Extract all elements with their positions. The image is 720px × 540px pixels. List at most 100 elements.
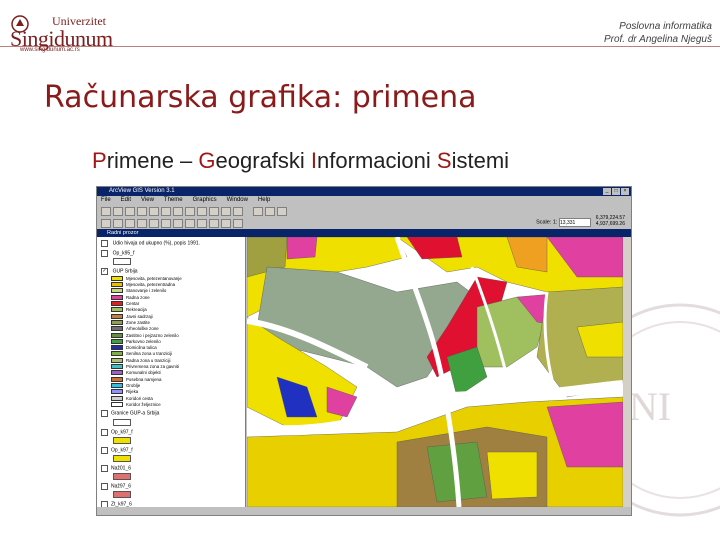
theme-checkbox[interactable] <box>101 250 108 258</box>
text-icon[interactable] <box>221 218 231 228</box>
legend-swatch <box>111 364 123 370</box>
menu-file[interactable]: File <box>101 196 111 205</box>
theme-swatch <box>113 454 131 462</box>
menu-view[interactable]: View <box>141 196 154 205</box>
pointer-icon[interactable] <box>113 218 123 228</box>
arcview-window: ArcView GIS Version 3.1 _ □ × File Edit … <box>96 186 632 516</box>
zoom-full-icon[interactable] <box>185 206 195 216</box>
save-icon[interactable] <box>101 206 111 216</box>
label-icon[interactable] <box>209 218 219 228</box>
legend-label: Senilna zona u tranziciji <box>126 351 173 357</box>
legend-label: Radna zona u tranziciji <box>126 357 171 363</box>
maximize-icon[interactable]: □ <box>612 188 620 195</box>
theme-checkbox[interactable] <box>101 500 108 507</box>
subtitle-part: istemi <box>451 148 510 173</box>
theme-name: Zt_k97_6 <box>111 501 132 507</box>
legend-swatch <box>111 294 123 300</box>
theme-entry[interactable]: Zt_k97_6 <box>97 500 245 507</box>
legend-label: Rekreacija <box>126 307 147 313</box>
theme-swatch <box>113 436 131 444</box>
select-feature-icon[interactable] <box>137 218 147 228</box>
menu-edit[interactable]: Edit <box>121 196 131 205</box>
author-name: Prof. dr Angelina Njeguš <box>603 34 712 45</box>
theme-name: Naž01_6 <box>111 465 132 472</box>
legend-label: Koridor željeznice <box>126 401 161 407</box>
legend-swatch <box>111 275 123 281</box>
theme-entry[interactable]: Granice GUP-a Srbija <box>97 410 245 426</box>
zoom-out-tool-icon[interactable] <box>161 218 171 228</box>
vertex-edit-icon[interactable] <box>125 218 135 228</box>
course-name: Poslovna informatika <box>619 21 712 32</box>
subtitle-part: S <box>436 148 452 173</box>
query-icon[interactable] <box>173 206 183 216</box>
minimize-icon[interactable]: _ <box>603 188 611 195</box>
legend-swatch <box>111 382 123 388</box>
view-titlebar: Radni prozor <box>97 229 631 237</box>
add-theme-icon[interactable] <box>113 206 123 216</box>
legend-swatch <box>111 370 123 376</box>
measure-icon[interactable] <box>185 218 195 228</box>
select-icon[interactable] <box>253 206 263 216</box>
zoom-in-icon[interactable] <box>221 206 231 216</box>
theme-entry[interactable]: Op_k95_f <box>97 250 245 266</box>
pan-icon[interactable] <box>173 218 183 228</box>
menu-window[interactable]: Window <box>227 196 248 205</box>
theme-entry[interactable]: Op_k97_f <box>97 446 245 462</box>
menu-theme[interactable]: Theme <box>164 196 183 205</box>
theme-entry[interactable]: Naž97_6 <box>97 482 245 498</box>
menu-graphics[interactable]: Graphics <box>193 196 217 205</box>
legend-swatch <box>111 282 123 288</box>
theme-entry[interactable]: Udio hivaja od ukupno (%), popis 1991. <box>97 240 245 247</box>
theme-checkbox[interactable] <box>101 482 108 490</box>
legend-item: Koridor željeznice <box>97 401 245 407</box>
theme-entry[interactable]: Naž01_6 <box>97 464 245 480</box>
legend-label: Mjesovita, petezentradna <box>126 282 176 288</box>
theme-checkbox[interactable] <box>101 410 108 418</box>
map-scrollbar[interactable] <box>623 237 631 507</box>
gis-map-view[interactable] <box>247 237 623 507</box>
legend-label: Arheološke zone <box>126 326 159 332</box>
legend-swatch <box>111 345 123 351</box>
legend-swatch <box>111 313 123 319</box>
theme-checkbox[interactable] <box>101 428 108 436</box>
close-icon[interactable]: × <box>621 188 629 195</box>
legend-swatch <box>111 389 123 395</box>
legend-label: Radna zone <box>126 294 150 300</box>
zoom-out-icon[interactable] <box>233 206 243 216</box>
edit-legend-icon[interactable] <box>137 206 147 216</box>
find-icon[interactable] <box>161 206 171 216</box>
hotlink-icon[interactable] <box>197 218 207 228</box>
legend-label: Posebna namjena <box>126 376 162 382</box>
theme-entry[interactable]: ✓ GUP Srbija <box>97 268 245 276</box>
properties-icon[interactable] <box>125 206 135 216</box>
theme-entry[interactable]: Op_k97_f <box>97 428 245 444</box>
map-zone-yellow-s2 <box>486 451 538 500</box>
coordinate-readout: 6,379,224.57 4,937,699.26 <box>596 215 625 227</box>
zoom-active-icon[interactable] <box>197 206 207 216</box>
subtitle-part: rimene – <box>106 148 199 173</box>
scale-input[interactable] <box>559 218 591 227</box>
legend-label: Zastitno i pejzazno zelenilo <box>126 332 179 338</box>
draw-icon[interactable] <box>233 218 243 228</box>
window-title: ArcView GIS Version 3.1 <box>109 188 175 194</box>
legend-swatch <box>111 326 123 332</box>
zoom-selected-icon[interactable] <box>209 206 219 216</box>
legend-label: Stanovanje i zelenilo <box>126 288 167 294</box>
theme-checkbox[interactable] <box>101 446 108 454</box>
legend-swatch <box>111 288 123 294</box>
identify-icon[interactable] <box>101 218 111 228</box>
clear-selection-icon[interactable] <box>265 206 275 216</box>
legend-label: Komunalni objekti <box>126 370 161 376</box>
theme-checkbox[interactable]: ✓ <box>101 268 108 276</box>
map-zone-magenta <box>286 237 318 260</box>
theme-checkbox[interactable] <box>101 240 108 247</box>
legend-list: Mjesovita, petezentanovanje Mjesovita, pe… <box>97 275 245 407</box>
zoom-in-tool-icon[interactable] <box>149 218 159 228</box>
open-table-icon[interactable] <box>149 206 159 216</box>
theme-name: Granice GUP-a Srbija <box>111 410 160 417</box>
theme-checkbox[interactable] <box>101 464 108 472</box>
table-of-contents: Udio hivaja od ukupno (%), popis 1991. O… <box>97 237 246 507</box>
menu-help[interactable]: Help <box>258 196 270 205</box>
legend-label: Zone zastite <box>126 319 150 325</box>
help-icon[interactable] <box>277 206 287 216</box>
